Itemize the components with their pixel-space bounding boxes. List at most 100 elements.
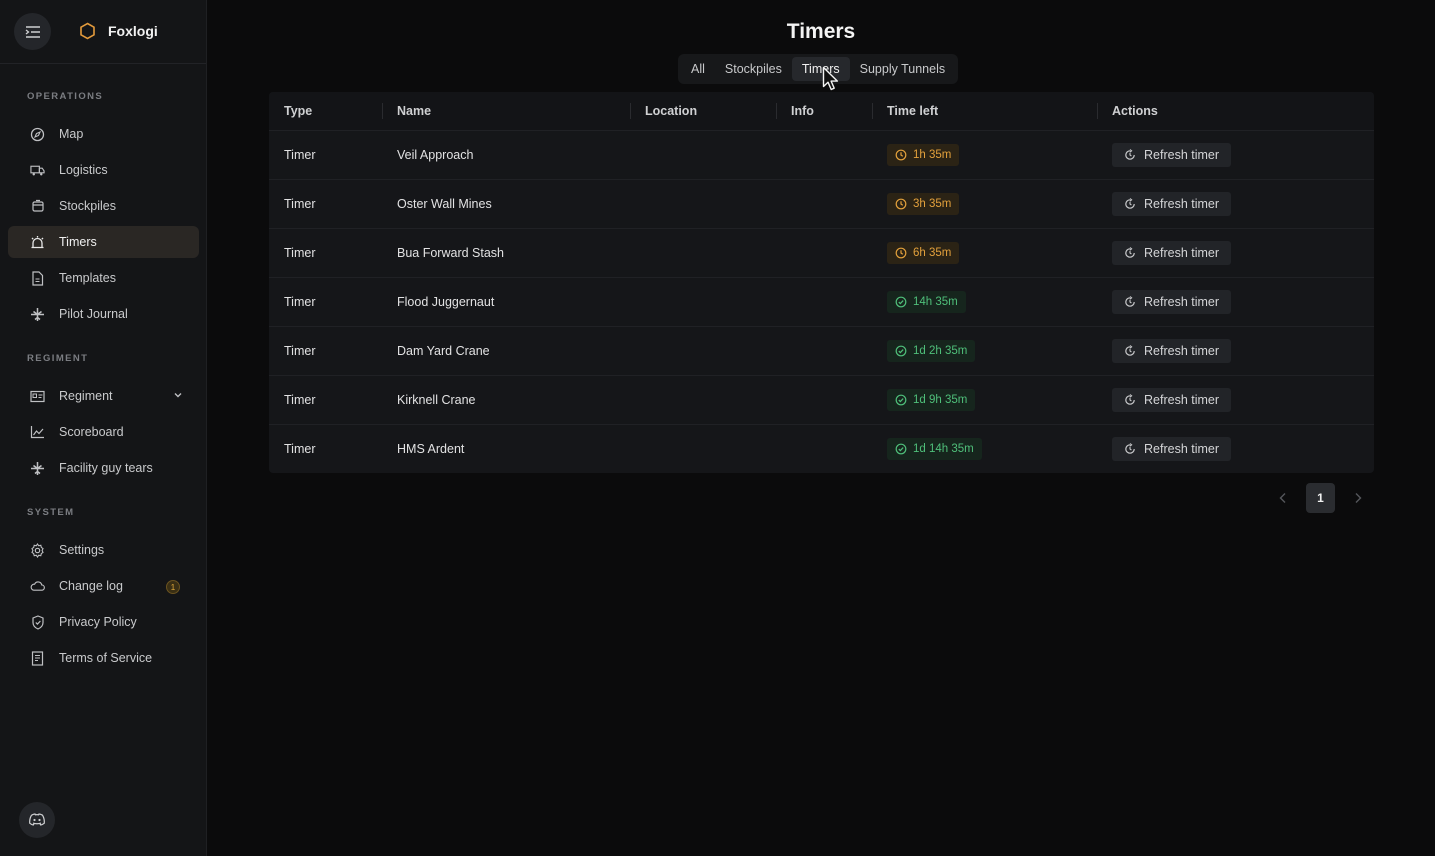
- page-title: Timers: [786, 20, 856, 43]
- sidebar-item-pilot-journal[interactable]: Pilot Journal: [8, 298, 199, 330]
- sidebar-item-facility-guy-tears[interactable]: Facility guy tears: [8, 452, 199, 484]
- refresh-timer-button[interactable]: Refresh timer: [1112, 241, 1232, 265]
- cell-name: Dam Yard Crane: [397, 344, 490, 358]
- cell-name: Veil Approach: [397, 148, 474, 162]
- plane-icon: [30, 461, 45, 476]
- table-row: Timer Veil Approach 1h 35m Refresh timer: [269, 131, 1374, 180]
- sidebar-item-label: Regiment: [59, 389, 113, 403]
- sidebar-item-settings[interactable]: Settings: [8, 534, 199, 566]
- sidebar-item-timers[interactable]: Timers: [8, 226, 199, 258]
- page-number-button[interactable]: 1: [1306, 483, 1335, 513]
- refresh-timer-label: Refresh timer: [1144, 295, 1220, 309]
- tab-timers[interactable]: Timers: [791, 57, 850, 81]
- section-title-regiment: REGIMENT: [27, 353, 89, 364]
- time-left-value: 1d 9h 35m: [913, 394, 968, 406]
- section-title-operations: OPERATIONS: [27, 91, 104, 102]
- refresh-timer-button[interactable]: Refresh timer: [1112, 192, 1232, 216]
- refresh-clock-icon: [1124, 149, 1136, 161]
- discord-button[interactable]: [19, 802, 55, 838]
- cell-name: HMS Ardent: [397, 442, 465, 456]
- tab-stockpiles[interactable]: Stockpiles: [715, 57, 792, 81]
- refresh-timer-button[interactable]: Refresh timer: [1112, 339, 1232, 363]
- refresh-timer-label: Refresh timer: [1144, 246, 1220, 260]
- chevron-down-icon[interactable]: [173, 389, 183, 403]
- sidebar-item-terms-of-service[interactable]: Terms of Service: [8, 642, 199, 674]
- sidebar-item-label: Map: [59, 127, 84, 141]
- section-title-system: SYSTEM: [27, 507, 75, 518]
- chevron-right-icon: [1355, 493, 1362, 503]
- cell-actions: Refresh timer: [1097, 388, 1374, 412]
- time-left-badge: 1h 35m: [887, 144, 960, 166]
- refresh-timer-label: Refresh timer: [1144, 393, 1220, 407]
- refresh-timer-button[interactable]: Refresh timer: [1112, 437, 1232, 461]
- chart-line-icon: [30, 425, 45, 440]
- pagination: 1: [1272, 483, 1369, 513]
- cell-name: Oster Wall Mines: [397, 197, 492, 211]
- sidebar-item-stockpiles[interactable]: Stockpiles: [8, 190, 199, 222]
- change-log-badge: 1: [166, 580, 180, 594]
- sidebar-item-templates[interactable]: Templates: [8, 262, 199, 294]
- clock-icon: [895, 247, 907, 259]
- column-header-type[interactable]: Type: [269, 92, 382, 130]
- cell-time-left: 1h 35m: [872, 144, 1097, 166]
- cell-name: Flood Juggernaut: [397, 295, 495, 309]
- cloud-icon: [30, 579, 45, 594]
- sidebar-item-label: Facility guy tears: [59, 461, 153, 475]
- time-left-badge: 6h 35m: [887, 242, 960, 264]
- collapse-menu-button[interactable]: [14, 13, 51, 50]
- time-left-value: 3h 35m: [913, 198, 952, 210]
- time-left-badge: 1d 9h 35m: [887, 389, 976, 411]
- sidebar-item-label: Settings: [59, 543, 105, 557]
- cell-time-left: 3h 35m: [872, 193, 1097, 215]
- next-page-button[interactable]: [1347, 483, 1369, 513]
- table-row: Timer Oster Wall Mines 3h 35m Refresh timer: [269, 180, 1374, 229]
- time-left-badge: 1d 2h 35m: [887, 340, 976, 362]
- sidebar-item-scoreboard[interactable]: Scoreboard: [8, 416, 199, 448]
- sidebar-item-regiment[interactable]: Regiment: [8, 380, 199, 412]
- sidebar-item-map[interactable]: Map: [8, 118, 199, 150]
- clock-icon: [895, 149, 907, 161]
- cell-time-left: 6h 35m: [872, 242, 1097, 264]
- table-body: Timer Veil Approach 1h 35m Refresh timer Tim…: [269, 131, 1374, 473]
- refresh-timer-label: Refresh timer: [1144, 442, 1220, 456]
- refresh-timer-button[interactable]: Refresh timer: [1112, 143, 1232, 167]
- sidebar-item-change-log[interactable]: Change log 1: [8, 570, 199, 602]
- tab-all[interactable]: All: [681, 57, 715, 81]
- check-circle-icon: [895, 443, 907, 455]
- tab-supply-tunnels[interactable]: Supply Tunnels: [850, 57, 955, 81]
- filter-tabs: All Stockpiles Timers Supply Tunnels: [678, 54, 959, 84]
- clock-icon: [895, 198, 907, 210]
- alarm-icon: [30, 235, 45, 250]
- time-left-value: 14h 35m: [913, 296, 958, 308]
- time-left-value: 1d 14h 35m: [913, 443, 974, 455]
- refresh-timer-button[interactable]: Refresh timer: [1112, 290, 1232, 314]
- sidebar-item-logistics[interactable]: Logistics: [8, 154, 199, 186]
- truck-icon: [30, 163, 45, 178]
- column-header-info[interactable]: Info: [776, 92, 872, 130]
- refresh-timer-button[interactable]: Refresh timer: [1112, 388, 1232, 412]
- column-header-name[interactable]: Name: [382, 92, 630, 130]
- sidebar-item-label: Timers: [59, 235, 97, 249]
- sidebar-item-label: Terms of Service: [59, 651, 153, 665]
- cell-actions: Refresh timer: [1097, 339, 1374, 363]
- cell-type: Timer: [284, 197, 316, 211]
- column-header-time-left[interactable]: Time left: [872, 92, 1097, 130]
- sidebar-item-privacy-policy[interactable]: Privacy Policy: [8, 606, 199, 638]
- app-root: Foxlogi OPERATIONS Map Logistics Stockpi…: [0, 0, 1435, 856]
- sidebar-header: Foxlogi: [0, 0, 206, 64]
- cell-time-left: 14h 35m: [872, 291, 1097, 313]
- time-left-badge: 3h 35m: [887, 193, 960, 215]
- sidebar-item-label: Templates: [59, 271, 116, 285]
- check-circle-icon: [895, 345, 907, 357]
- brand[interactable]: Foxlogi: [79, 22, 158, 40]
- column-header-actions[interactable]: Actions: [1097, 92, 1374, 130]
- sidebar-item-label: Change log: [59, 579, 123, 593]
- id-card-icon: [30, 389, 45, 404]
- column-header-location[interactable]: Location: [630, 92, 776, 130]
- discord-icon: [29, 813, 45, 826]
- shield-icon: [30, 614, 45, 630]
- previous-page-button[interactable]: [1272, 483, 1294, 513]
- menu-icon: [25, 25, 40, 38]
- cell-actions: Refresh timer: [1097, 241, 1374, 265]
- hexagon-logo-icon: [80, 22, 95, 40]
